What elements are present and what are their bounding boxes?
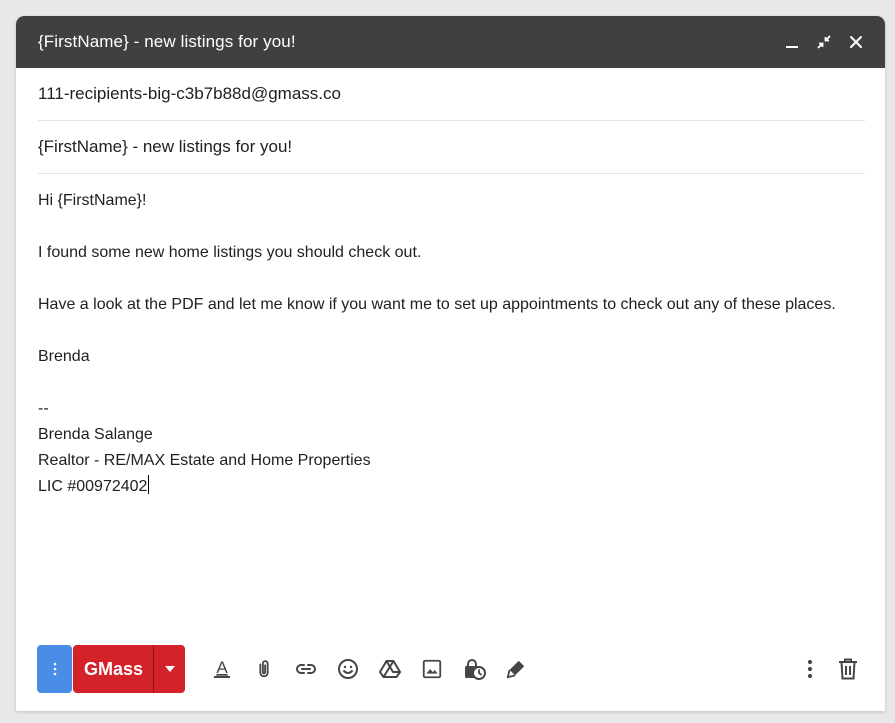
to-field[interactable]: 111-recipients-big-c3b7b88d@gmass.co xyxy=(38,68,865,121)
right-toolbar xyxy=(791,644,867,694)
signature-separator: -- xyxy=(38,400,49,417)
formatting-icon[interactable]: A xyxy=(201,649,243,689)
svg-text:A: A xyxy=(216,658,228,677)
closing-text: Brenda xyxy=(38,348,90,365)
message-body[interactable]: Hi {FirstName}! I found some new home li… xyxy=(16,174,885,500)
more-send-options-button[interactable] xyxy=(37,645,72,693)
link-icon[interactable] xyxy=(285,649,327,689)
signature-title: Realtor - RE/MAX Estate and Home Propert… xyxy=(38,452,371,469)
vertical-dots-icon xyxy=(53,662,56,676)
drive-icon[interactable] xyxy=(369,649,411,689)
body-line-1: I found some new home listings you shoul… xyxy=(38,244,422,261)
emoji-icon[interactable] xyxy=(327,649,369,689)
exit-fullscreen-icon[interactable] xyxy=(809,27,839,57)
discard-icon[interactable] xyxy=(829,649,867,689)
signature-name: Brenda Salange xyxy=(38,426,153,443)
more-options-icon[interactable] xyxy=(791,649,829,689)
compose-toolbar: GMass A xyxy=(16,644,885,694)
gmass-send-button[interactable]: GMass xyxy=(73,645,153,693)
attach-icon[interactable] xyxy=(243,649,285,689)
gmass-button: GMass xyxy=(73,645,186,693)
signature-license-text: LIC #00972402 xyxy=(38,478,148,495)
close-icon[interactable] xyxy=(841,27,871,57)
body-line-2: Have a look at the PDF and let me know i… xyxy=(38,296,836,313)
minimize-icon[interactable] xyxy=(777,27,807,57)
photo-icon[interactable] xyxy=(411,649,453,689)
gmass-settings-arrow-icon[interactable] xyxy=(154,645,185,693)
to-recipient: 111-recipients-big-c3b7b88d@gmass.co xyxy=(38,84,341,103)
confidential-icon[interactable] xyxy=(453,649,495,689)
subject-field[interactable]: {FirstName} - new listings for you! xyxy=(38,121,865,174)
compose-window: {FirstName} - new listings for you! 111-… xyxy=(16,16,885,711)
compose-title: {FirstName} - new listings for you! xyxy=(38,32,296,51)
signature-icon[interactable] xyxy=(495,649,537,689)
signature-license: LIC #00972402 xyxy=(38,474,865,500)
subject-value: {FirstName} - new listings for you! xyxy=(38,137,293,156)
formatting-tools: A xyxy=(201,649,537,689)
compose-titlebar[interactable]: {FirstName} - new listings for you! xyxy=(16,16,885,68)
text-cursor xyxy=(148,475,150,494)
greeting-text: Hi {FirstName}! xyxy=(38,192,147,209)
